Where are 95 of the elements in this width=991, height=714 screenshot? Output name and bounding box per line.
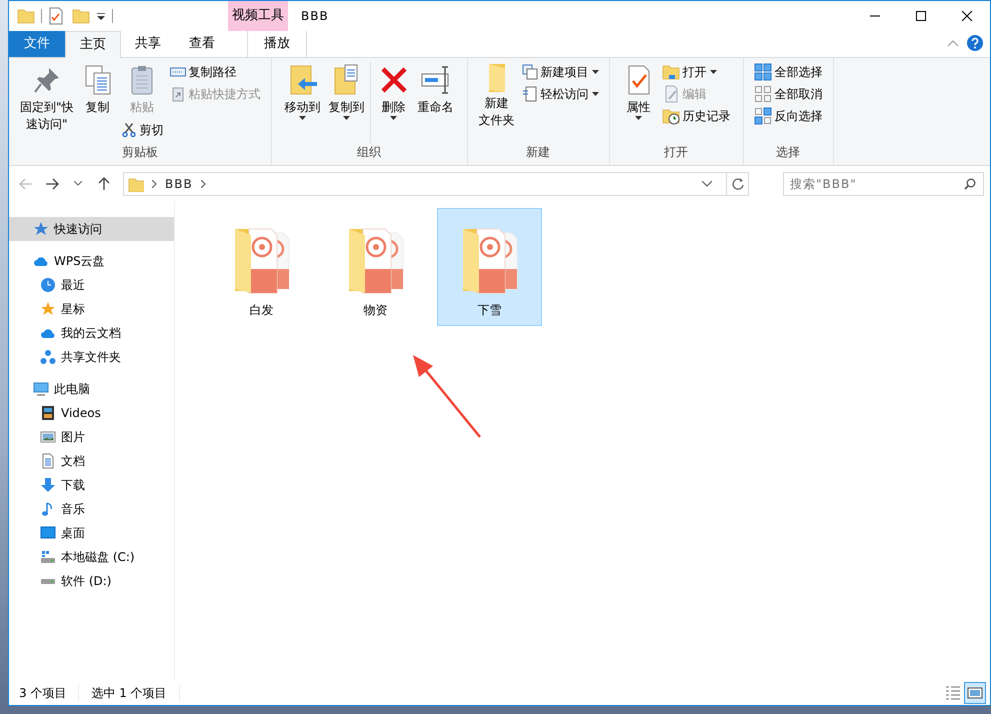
- help-icon: [967, 35, 983, 51]
- sidebar-item[interactable]: 图片: [9, 425, 174, 449]
- ribbon-command[interactable]: 复制到: [326, 62, 368, 122]
- ribbon-command[interactable]: 复制: [78, 62, 117, 118]
- ribbon-command[interactable]: 固定到"快 速访问": [17, 62, 77, 135]
- film-icon: [40, 405, 56, 421]
- address-bar[interactable]: BBB: [123, 172, 749, 196]
- ribbon-command[interactable]: 移动到: [282, 62, 324, 122]
- sidebar-item[interactable]: Videos: [9, 401, 174, 425]
- properties-icon: [48, 7, 64, 25]
- drive-icon: [41, 578, 55, 584]
- ribbon-tab[interactable]: 文件: [9, 31, 65, 57]
- star-icon: [33, 221, 49, 237]
- context-tab-group: 视频工具: [228, 1, 288, 31]
- group-label: 选择: [775, 144, 802, 161]
- document-icon: [522, 86, 538, 102]
- group-label: 剪贴板: [120, 144, 159, 161]
- open-folder-icon: [662, 63, 680, 81]
- search-field[interactable]: 搜索"BBB": [783, 172, 984, 196]
- forward-arrow-icon: [45, 178, 59, 190]
- ribbon-command[interactable]: 历史记录: [660, 106, 733, 126]
- sidebar-item[interactable]: 本地磁盘 (C:): [9, 545, 174, 569]
- maximize-icon: [915, 11, 927, 21]
- large-icons-view-icon: [967, 684, 983, 700]
- sidebar-item[interactable]: 我的云文档: [9, 321, 174, 345]
- breadcrumb[interactable]: BBB: [165, 174, 193, 192]
- folder-icon: [128, 176, 144, 192]
- ribbon-tab[interactable]: 播放: [247, 31, 307, 57]
- ribbon-tab[interactable]: 查看: [175, 31, 229, 57]
- chevron-down-icon: [74, 181, 82, 186]
- invert-selection-icon: [754, 107, 772, 125]
- folder-icon: [17, 7, 35, 25]
- scissors-icon: [120, 122, 137, 138]
- folder-item[interactable]: 物资: [323, 208, 428, 326]
- select-all-icon: [754, 63, 772, 81]
- ribbon-command[interactable]: 剪切: [118, 120, 166, 140]
- document-icon: [40, 453, 56, 469]
- ribbon-command[interactable]: 删除: [374, 62, 413, 122]
- history-icon: [662, 107, 680, 125]
- view-mode-button[interactable]: [964, 682, 986, 704]
- group-label: 打开: [663, 144, 690, 161]
- sidebar-item[interactable]: 下载: [9, 473, 174, 497]
- select-none-icon: [754, 85, 772, 103]
- sidebar-item[interactable]: 星标: [9, 297, 174, 321]
- ribbon-command[interactable]: 反向选择: [752, 106, 825, 126]
- close-icon: [961, 11, 973, 21]
- details-view-icon: [945, 684, 961, 700]
- chevron-right-icon: [152, 180, 157, 188]
- sidebar-item[interactable]: 共享文件夹: [9, 345, 174, 369]
- monitor-icon: [33, 381, 49, 397]
- new-item-icon: [522, 64, 538, 80]
- up-arrow-icon: [98, 176, 110, 190]
- sidebar-item[interactable]: 软件 (D:): [9, 569, 174, 593]
- search-icon: [964, 178, 976, 190]
- sidebar-item[interactable]: 文档: [9, 449, 174, 473]
- share-icon: [40, 349, 56, 365]
- drive-icon: [40, 549, 56, 565]
- folder-item[interactable]: 下雪: [437, 208, 542, 326]
- clock-icon: [40, 277, 56, 293]
- folder-icon: [488, 64, 505, 92]
- sidebar-item[interactable]: WPS云盘: [9, 249, 174, 273]
- ribbon-tab[interactable]: 主页: [65, 31, 121, 58]
- shortcut-icon: [170, 86, 186, 102]
- window-title: BBB: [301, 8, 330, 25]
- download-arrow-icon: [40, 477, 56, 493]
- ribbon-tab[interactable]: 共享: [121, 31, 175, 57]
- ribbon-command[interactable]: 轻松访问: [520, 84, 601, 104]
- folder-icon: [72, 7, 90, 25]
- picture-icon: [40, 429, 56, 445]
- chevron-up-icon: [947, 39, 959, 47]
- folder-item[interactable]: 白发: [209, 208, 314, 326]
- sidebar-item[interactable]: 桌面: [9, 521, 174, 545]
- ribbon-command[interactable]: 复制路径: [168, 62, 263, 82]
- desktop-icon: [40, 525, 56, 541]
- chevron-right-icon: [200, 180, 206, 188]
- dropdown-icon: [96, 12, 106, 20]
- sidebar-item[interactable]: 快速访问: [9, 217, 174, 241]
- item-count: 3 个项目: [19, 684, 80, 702]
- star-icon: [40, 301, 56, 317]
- selection-count: 选中 1 个项目: [91, 684, 180, 702]
- ribbon-command[interactable]: 重命名: [414, 62, 457, 118]
- sidebar-item[interactable]: 此电脑: [9, 377, 174, 401]
- sidebar-item[interactable]: 音乐: [9, 497, 174, 521]
- group-label: 新建: [525, 144, 552, 161]
- ribbon-command[interactable]: 全部取消: [752, 84, 825, 104]
- refresh-icon: [732, 178, 744, 190]
- sidebar-item[interactable]: 最近: [9, 273, 174, 297]
- ribbon-command[interactable]: 属性: [620, 62, 658, 122]
- ribbon-command[interactable]: 新建项目: [520, 62, 601, 82]
- ribbon-command[interactable]: 新建 文件夹: [476, 62, 518, 131]
- ribbon-command[interactable]: 全部选择: [752, 62, 825, 82]
- ribbon-command[interactable]: 打开: [660, 62, 733, 82]
- chevron-down-icon: [702, 180, 712, 186]
- back-arrow-icon: [19, 178, 33, 190]
- group-label: 组织: [356, 144, 382, 161]
